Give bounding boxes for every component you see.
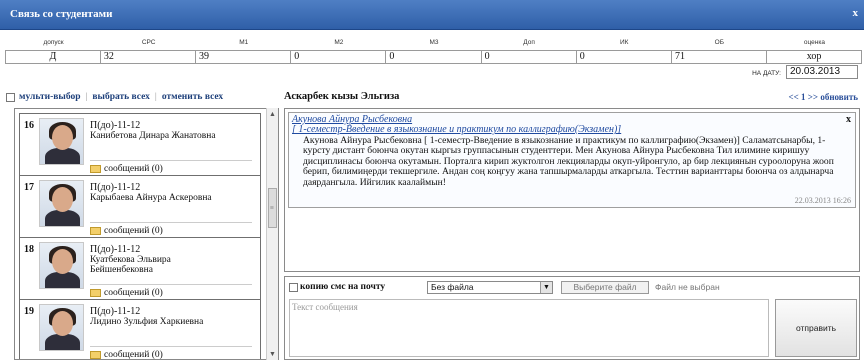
deselect-all-link[interactable]: отменить всех bbox=[162, 92, 223, 102]
student-card[interactable]: 17 П(до)-11-12 Карыбаева Айнура Аскеровн… bbox=[19, 175, 261, 241]
grade-header: Доп bbox=[523, 39, 535, 46]
student-group: П(до)-11-12 bbox=[90, 182, 141, 193]
grade-field-ocenka[interactable]: хор bbox=[766, 50, 863, 64]
compose-panel: копию смс на почту Без файла ▼ Выберите … bbox=[284, 276, 860, 360]
multi-select-link[interactable]: мульти-выбор bbox=[19, 92, 81, 102]
grade-field-ob[interactable]: 71 bbox=[670, 50, 768, 64]
grade-header: М1 bbox=[239, 39, 249, 46]
grade-field-srs[interactable]: 32 bbox=[99, 50, 197, 64]
scroll-grip-icon: ≡ bbox=[270, 204, 274, 212]
student-messages-link[interactable]: сообщений (0) bbox=[90, 226, 163, 236]
selected-student-name: Аскарбек кызы Эльгиза bbox=[284, 91, 400, 102]
grades-value-row: Д 32 39 0 0 0 0 71 хор bbox=[5, 50, 863, 64]
multi-select-checkbox[interactable] bbox=[6, 92, 15, 102]
message-body: Акунова Айнура Рысбековна [ 1-семестр-Вв… bbox=[303, 135, 834, 188]
envelope-icon bbox=[90, 350, 101, 359]
grade-field-dopusk[interactable]: Д bbox=[5, 50, 101, 64]
pager-prev[interactable]: << bbox=[789, 92, 799, 102]
scroll-down-icon[interactable]: ▼ bbox=[269, 350, 276, 358]
no-file-label: Файл не выбран bbox=[655, 282, 720, 292]
pager: << 1 >> обновить bbox=[789, 92, 858, 102]
toolbar-separator: | bbox=[154, 92, 157, 102]
student-photo[interactable] bbox=[39, 180, 84, 227]
student-name: Карыбаева Айнура Аскеровна bbox=[90, 193, 212, 203]
student-card[interactable]: 19 П(до)-11-12 Лидино Зульфия Харкиевна … bbox=[19, 299, 261, 359]
refresh-link[interactable]: обновить bbox=[820, 92, 858, 102]
student-photo[interactable] bbox=[39, 118, 84, 165]
grade-header: М3 bbox=[429, 39, 439, 46]
delete-message-icon[interactable]: x bbox=[846, 114, 851, 125]
student-card[interactable]: 16 П(до)-11-12 Канибетова Динара Жанатов… bbox=[19, 113, 261, 179]
copy-to-email-label: копию смс на почту bbox=[300, 282, 386, 292]
student-group: П(до)-11-12 bbox=[90, 244, 141, 255]
list-toolbar: мульти-выбор | выбрать всех | отменить всех bbox=[6, 92, 223, 108]
student-list-scrollbar[interactable]: ▲ ≡ ▼ bbox=[266, 108, 278, 360]
dropdown-arrow-icon: ▼ bbox=[540, 282, 552, 293]
date-row: НА ДАТУ: 20.03.2013 bbox=[752, 65, 858, 79]
envelope-icon bbox=[90, 226, 101, 235]
grade-header: ИК bbox=[619, 39, 629, 46]
choose-file-button[interactable]: Выберите файл bbox=[561, 281, 649, 294]
date-input[interactable]: 20.03.2013 bbox=[786, 65, 858, 79]
student-messages-link[interactable]: сообщений (0) bbox=[90, 164, 163, 174]
select-all-link[interactable]: выбрать всех bbox=[92, 92, 150, 102]
student-group: П(до)-11-12 bbox=[90, 306, 141, 317]
student-messages-link[interactable]: сообщений (0) bbox=[90, 350, 163, 359]
student-number: 18 bbox=[24, 244, 34, 255]
date-label: НА ДАТУ: bbox=[752, 69, 781, 77]
toolbar-separator: | bbox=[85, 92, 88, 102]
grade-field-m3[interactable]: 0 bbox=[385, 50, 482, 64]
message-item: Акунова Айнура Рысбековна [ 1-семестр-Вв… bbox=[288, 112, 856, 208]
message-subject[interactable]: [ 1-семестр-Введение в языкознание и пра… bbox=[292, 124, 621, 135]
file-option-select[interactable]: Без файла ▼ bbox=[427, 281, 553, 294]
student-list: 16 П(до)-11-12 Канибетова Динара Жанатов… bbox=[14, 108, 279, 360]
student-photo[interactable] bbox=[39, 304, 84, 351]
grade-field-ik[interactable]: 0 bbox=[575, 50, 672, 64]
student-number: 19 bbox=[24, 306, 34, 317]
student-photo[interactable] bbox=[39, 242, 84, 289]
grade-header: М2 bbox=[334, 39, 344, 46]
grade-header: допуск bbox=[43, 39, 64, 46]
message-timestamp: 22.03.2013 16:26 bbox=[794, 196, 851, 205]
student-name: Канибетова Динара Жанатовна bbox=[90, 131, 216, 141]
window-title: Связь со студентами bbox=[10, 8, 113, 20]
copy-to-email-checkbox[interactable] bbox=[289, 282, 298, 292]
student-card[interactable]: 18 П(до)-11-12 Куатбекова Эльвира Бейшен… bbox=[19, 237, 261, 303]
envelope-icon bbox=[90, 288, 101, 297]
compose-options: копию смс на почту bbox=[289, 282, 385, 296]
grades-table: допуск СРС М1 М2 М3 Доп ИК ОБ оценка Д 3… bbox=[5, 36, 863, 64]
grade-field-m1[interactable]: 39 bbox=[195, 50, 292, 64]
message-pane: Акунова Айнура Рысбековна [ 1-семестр-Вв… bbox=[284, 108, 860, 272]
student-group: П(до)-11-12 bbox=[90, 120, 141, 131]
student-name: Куатбекова Эльвира Бейшенбековна bbox=[90, 255, 171, 275]
window-titlebar: Связь со студентами x bbox=[0, 0, 864, 30]
grade-header: СРС bbox=[141, 39, 156, 46]
student-number: 17 bbox=[24, 182, 34, 193]
grades-header-row: допуск СРС М1 М2 М3 Доп ИК ОБ оценка bbox=[6, 36, 862, 50]
grade-header: ОБ bbox=[714, 39, 724, 46]
pager-next[interactable]: >> bbox=[808, 92, 818, 102]
envelope-icon bbox=[90, 164, 101, 173]
grade-field-dop[interactable]: 0 bbox=[480, 50, 577, 64]
student-name: Лидино Зульфия Харкиевна bbox=[90, 317, 204, 327]
scroll-up-icon[interactable]: ▲ bbox=[269, 110, 276, 118]
pager-page[interactable]: 1 bbox=[801, 92, 806, 102]
send-button[interactable]: отправить bbox=[775, 299, 857, 357]
student-messages-link[interactable]: сообщений (0) bbox=[90, 288, 163, 298]
student-number: 16 bbox=[24, 120, 34, 131]
grade-header: оценка bbox=[803, 39, 825, 46]
grade-field-m2[interactable]: 0 bbox=[290, 50, 387, 64]
close-icon[interactable]: x bbox=[853, 7, 859, 19]
message-textarea[interactable] bbox=[289, 299, 769, 357]
